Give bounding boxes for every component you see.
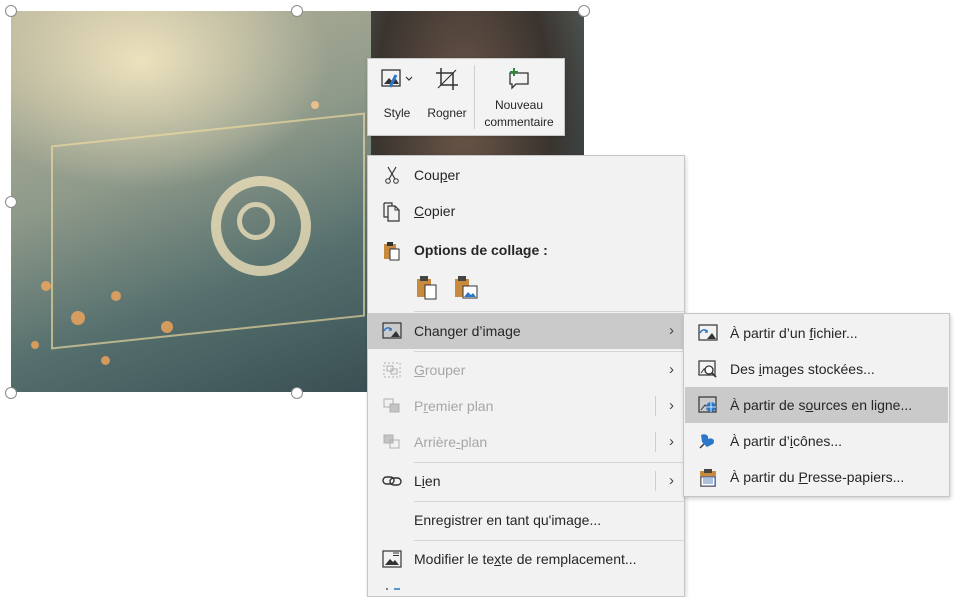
menu-item-change-image[interactable]: Changer d’image › (368, 313, 684, 349)
send-to-back-icon (382, 433, 402, 451)
menu-item-save-as-image[interactable]: Enregistrer en tant qu'image... (368, 502, 684, 538)
resize-handle-top-left[interactable] (5, 5, 17, 17)
split-button-divider (655, 396, 656, 416)
picture-from-file-icon (698, 324, 718, 342)
picture-bokeh (31, 341, 39, 349)
new-comment-button[interactable]: Nouveau commentaire (476, 59, 562, 135)
submenu-item-stock-images[interactable]: Des images stockées... (685, 351, 948, 387)
paste-options-label: Options de collage : (414, 242, 548, 258)
submenu-item-online-sources-label: À partir de sources en ligne... (730, 397, 913, 413)
resize-handle-middle-left[interactable] (5, 196, 17, 208)
mini-toolbar: Style Rogner Nouveau commentaire (367, 58, 565, 136)
menu-item-save-as-image-label: Enregistrer en tant qu'image... (414, 512, 602, 528)
chevron-right-icon: › (669, 322, 674, 339)
crop-label: Rogner (427, 106, 467, 120)
picture-bokeh (311, 101, 319, 109)
clipboard-jpg-icon (698, 468, 718, 487)
submenu-item-online-sources[interactable]: À partir de sources en ligne... (685, 387, 948, 423)
menu-item-change-image-label: Changer d’image (414, 323, 521, 339)
menu-item-cut-label: Couper (414, 167, 460, 183)
paste-options-header: Options de collage : (368, 232, 684, 268)
style-button[interactable]: Style (374, 59, 420, 135)
menu-item-alt-text-label: Modifier le texte de remplacement... (414, 551, 637, 567)
change-image-submenu: À partir d’un fichier... Des images stoc… (683, 313, 950, 497)
menu-item-link[interactable]: Lien › (368, 463, 684, 499)
chevron-right-icon[interactable]: › (669, 388, 674, 424)
picture-holo-panel (51, 112, 365, 350)
menu-item-group[interactable]: Grouper › (368, 352, 684, 388)
submenu-item-clipboard[interactable]: À partir du Presse-papiers... (685, 459, 948, 495)
split-button-divider (655, 432, 656, 452)
resize-handle-top-right[interactable] (578, 5, 590, 17)
menu-item-send-to-back-label: Arrière-plan (414, 434, 488, 450)
picture-style-icon (380, 67, 414, 94)
menu-separator (414, 311, 684, 312)
chevron-right-icon[interactable]: › (669, 424, 674, 460)
picture-bokeh (161, 321, 173, 333)
online-pictures-icon (698, 396, 718, 414)
group-icon (382, 361, 402, 379)
menu-item-link-label: Lien (414, 473, 441, 489)
submenu-item-from-file-label: À partir d’un fichier... (730, 325, 858, 341)
paste-keep-formatting-icon (414, 276, 440, 305)
submenu-item-from-file[interactable]: À partir d’un fichier... (685, 315, 948, 351)
submenu-item-icons[interactable]: À partir d’icônes... (685, 423, 948, 459)
copy-icon (382, 202, 402, 222)
scissors-icon (382, 166, 402, 184)
alt-text-icon (382, 550, 402, 568)
chevron-right-icon[interactable]: › (669, 463, 674, 499)
paste-keep-source-button[interactable] (414, 274, 440, 302)
menu-item-group-label: Grouper (414, 362, 466, 378)
picture-bokeh (111, 291, 121, 301)
mini-toolbar-separator (474, 65, 475, 129)
crop-button[interactable]: Rogner (424, 59, 470, 135)
menu-item-bring-to-front-label: Premier plan (414, 398, 494, 414)
picture-bokeh (41, 281, 51, 291)
style-label: Style (383, 106, 411, 120)
submenu-item-clipboard-label: À partir du Presse-papiers... (730, 469, 905, 485)
new-comment-label-line2: commentaire (484, 115, 554, 129)
bring-to-front-icon (382, 397, 402, 415)
menu-item-bring-to-front[interactable]: Premier plan › (368, 388, 684, 424)
stock-images-icon (698, 360, 718, 378)
icons-insert-icon (698, 432, 718, 450)
picture-holo-ring-inner (237, 202, 275, 240)
change-picture-icon (382, 322, 402, 340)
resize-handle-top-middle[interactable] (291, 5, 303, 17)
menu-item-copy[interactable]: Copier (368, 193, 684, 229)
picture-bokeh (101, 356, 110, 365)
new-comment-label-line1: Nouveau (494, 98, 544, 112)
paste-picture-icon (452, 276, 480, 305)
picture-bokeh (71, 311, 85, 325)
clipboard-icon (382, 241, 402, 261)
menu-item-alt-text[interactable]: Modifier le texte de remplacement... (368, 541, 684, 577)
split-button-divider (655, 471, 656, 491)
menu-item-send-to-back[interactable]: Arrière-plan › (368, 424, 684, 460)
menu-item-cut[interactable]: Couper (368, 157, 684, 193)
chevron-right-icon: › (669, 361, 674, 378)
submenu-item-stock-images-label: Des images stockées... (730, 361, 875, 377)
resize-handle-bottom-middle[interactable] (291, 387, 303, 399)
new-comment-icon (506, 67, 532, 94)
link-icon (382, 472, 402, 490)
resize-handle-bottom-left[interactable] (5, 387, 17, 399)
paste-as-picture-button[interactable] (452, 274, 480, 302)
crop-icon (435, 67, 459, 94)
menu-item-copy-label: Copier (414, 203, 456, 219)
submenu-item-icons-label: À partir d’icônes... (730, 433, 843, 449)
context-menu: Couper Copier Options de collage : Chang… (367, 155, 685, 597)
